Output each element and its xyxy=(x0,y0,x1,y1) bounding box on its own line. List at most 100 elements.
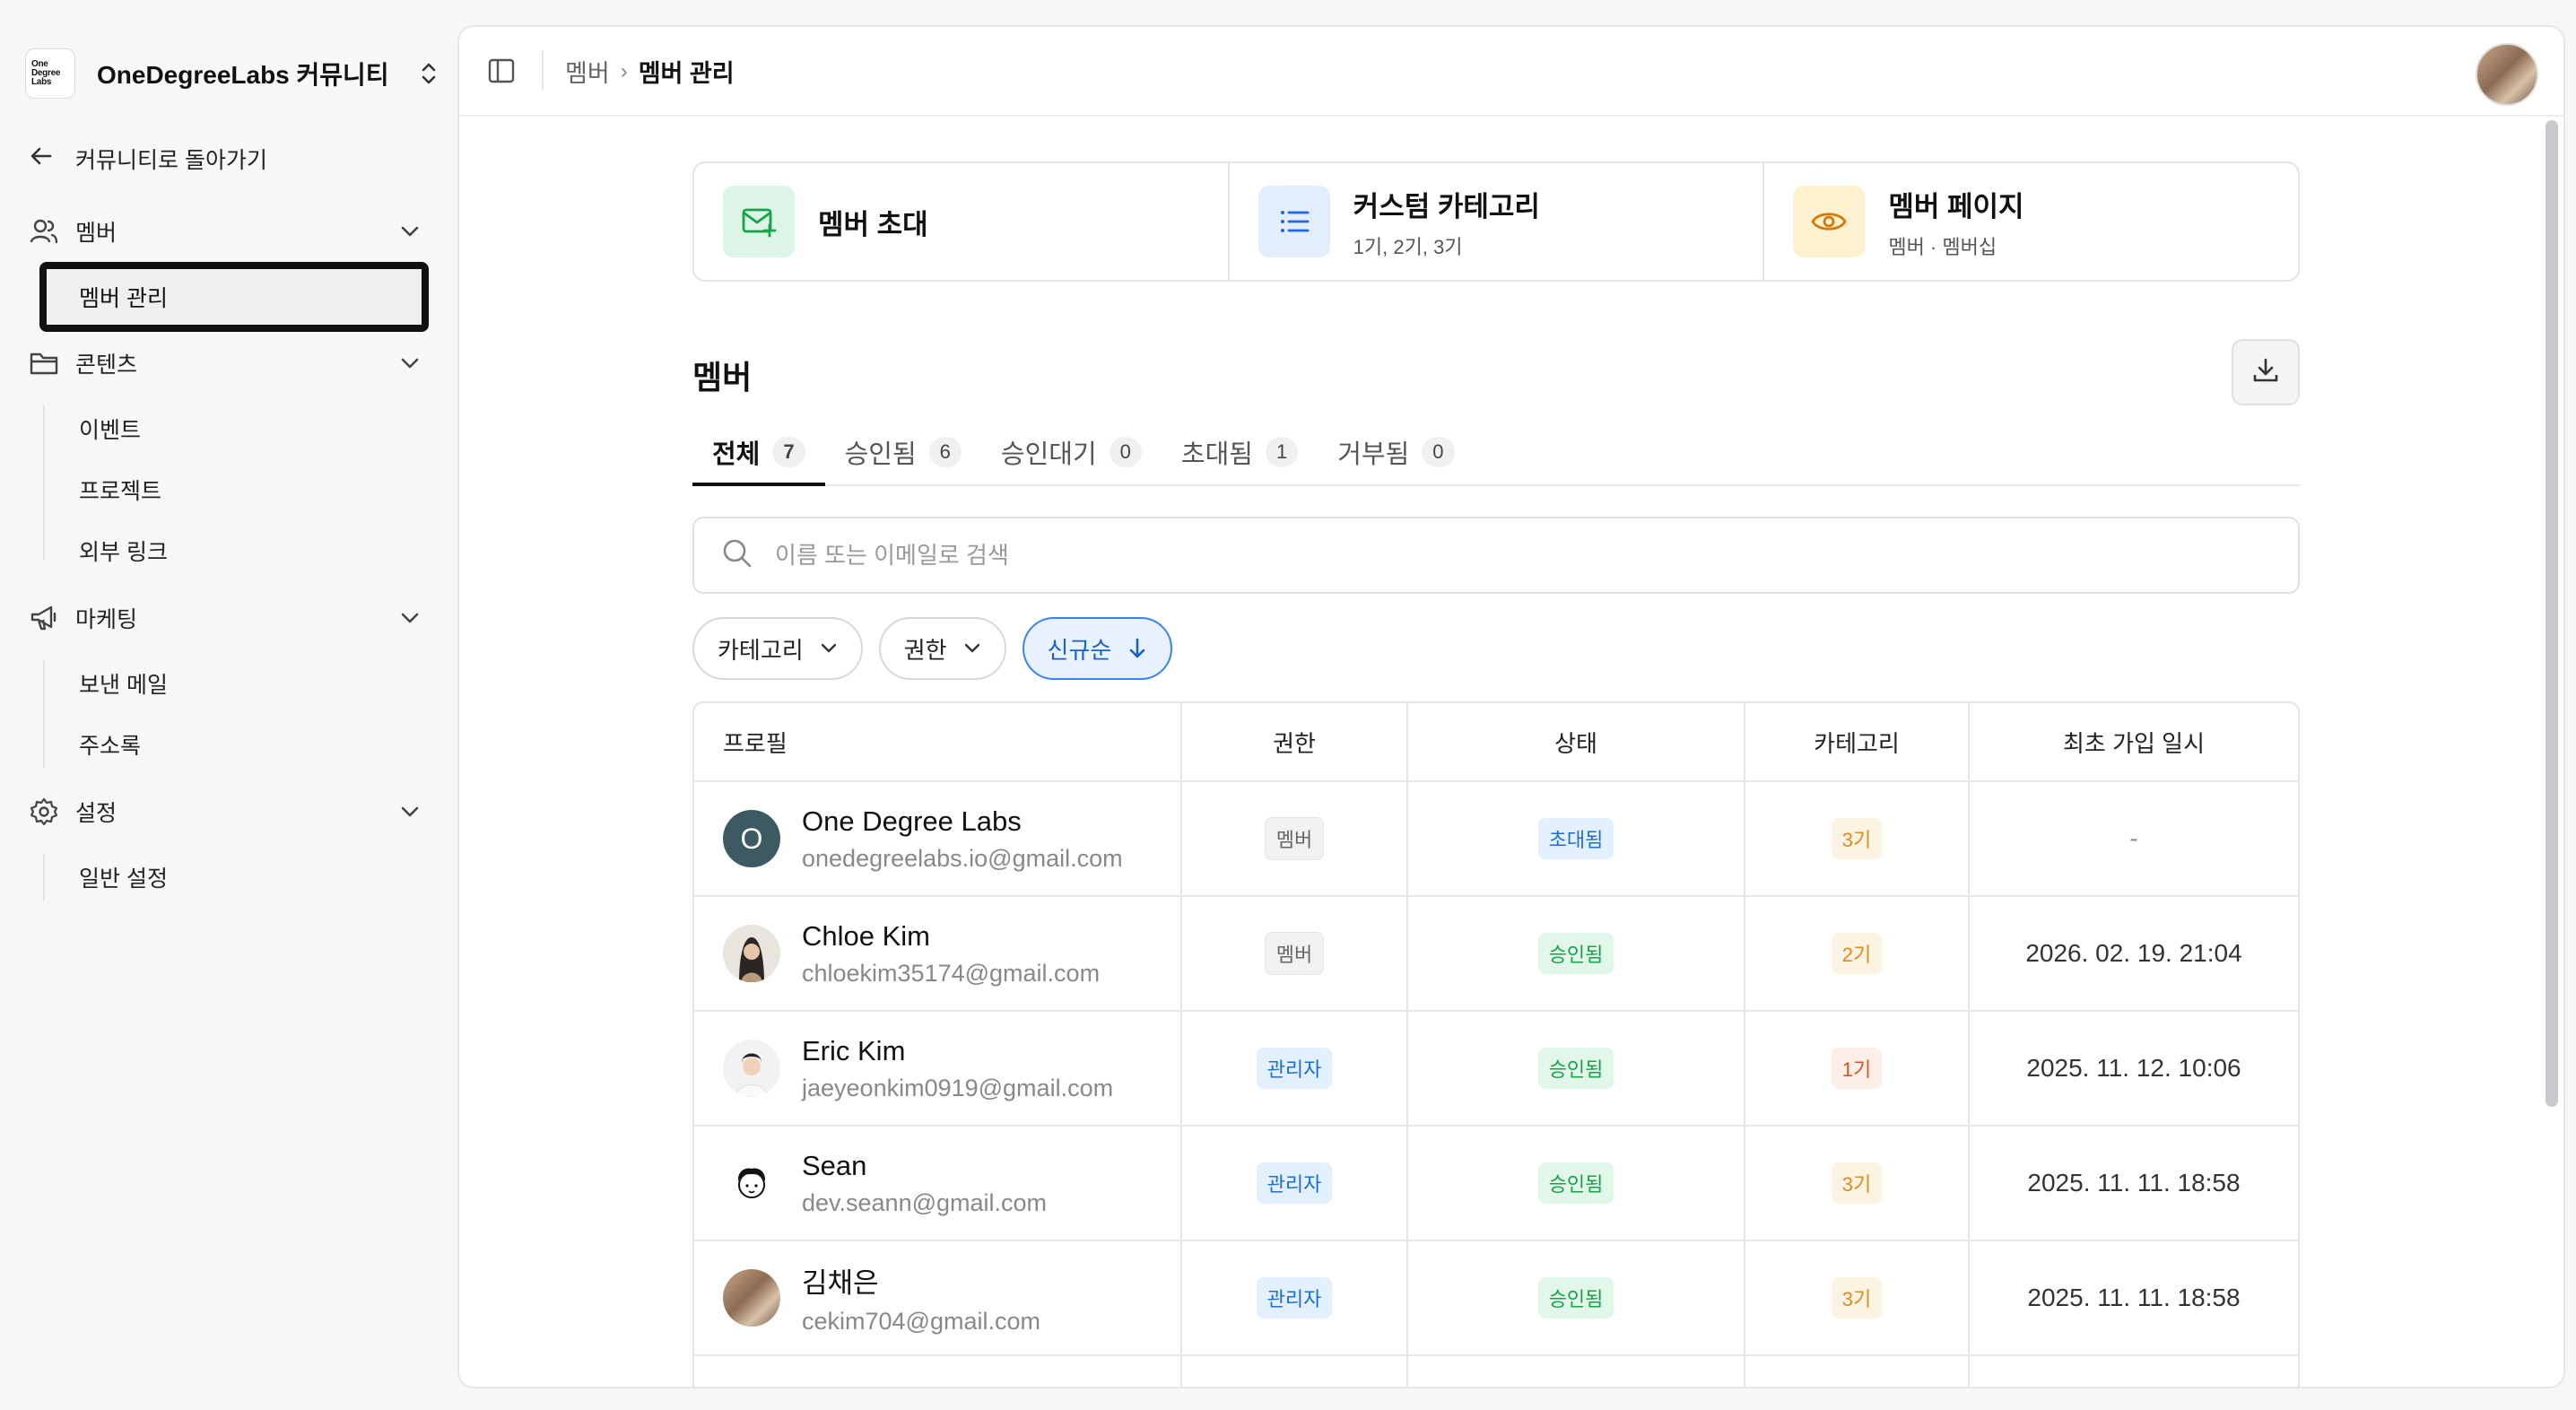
chevron-down-icon[interactable] xyxy=(396,357,423,370)
list-icon xyxy=(1258,186,1330,257)
card-member-page[interactable]: 멤버 페이지 멤버 · 멤버십 xyxy=(1764,163,2298,280)
breadcrumb: 멤버 › 멤버 관리 xyxy=(565,54,735,89)
nav-section-label: 콘텐츠 xyxy=(75,352,138,378)
top-bar: 멤버 › 멤버 관리 xyxy=(459,27,2563,117)
sidebar-item-address-book[interactable]: 주소록 xyxy=(79,727,141,762)
chevron-down-icon xyxy=(963,643,981,654)
chevron-right-icon: › xyxy=(620,58,628,83)
category-badge: 2기 xyxy=(1831,933,1883,974)
member-management-content: 멤버 초대 커스텀 카테고리 1기, 2기, 3기 멤버 페이지 멤버 · 멤버… xyxy=(692,161,2300,1387)
sidebar-item-general-settings[interactable]: 일반 설정 xyxy=(79,859,168,895)
role-cell: 관리자 xyxy=(1182,1241,1408,1354)
nav-section-members[interactable]: 멤버 xyxy=(29,212,423,251)
role-cell: 멤버 xyxy=(1182,897,1408,1010)
table-row[interactable]: Sean dev.seann@gmail.com 관리자 승인됨 3기 2025… xyxy=(694,1127,2298,1241)
status-badge: 승인됨 xyxy=(1537,1048,1614,1089)
category-badge: 3기 xyxy=(1831,1277,1883,1319)
joined-cell: - xyxy=(1970,782,2298,895)
sidebar-item-events[interactable]: 이벤트 xyxy=(79,411,141,447)
filter-label: 권한 xyxy=(903,636,947,664)
role-badge: 멤버 xyxy=(1264,817,1325,860)
filter-label: 카테고리 xyxy=(718,636,804,664)
tab-count: 6 xyxy=(928,437,962,467)
tab-invited[interactable]: 초대됨 1 xyxy=(1162,420,1318,484)
category-cell: 3기 xyxy=(1745,1127,1970,1240)
nav-section-label: 멤버 xyxy=(75,221,117,246)
scrollbar[interactable] xyxy=(2546,120,2558,1107)
status-cell: 승인됨 xyxy=(1408,897,1745,1010)
nav-section-content[interactable]: 콘텐츠 xyxy=(29,344,423,383)
back-label: 커뮤니티로 돌아가기 xyxy=(75,148,267,173)
table-row[interactable]: O One Degree Labs onedegreelabs.io@gmail… xyxy=(694,782,2298,897)
sidebar-item-member-management[interactable]: 멤버 관리 xyxy=(39,262,429,332)
column-header-status: 상태 xyxy=(1408,703,1745,780)
avatar: O xyxy=(723,810,780,867)
table-row[interactable] xyxy=(694,1356,2298,1387)
profile-cell xyxy=(694,1356,1182,1387)
card-title: 멤버 페이지 xyxy=(1888,190,2024,222)
members-table: 프로필 권한 상태 카테고리 최초 가입 일시 O One Degree Lab… xyxy=(692,701,2300,1387)
back-to-community-link[interactable]: 커뮤니티로 돌아가기 xyxy=(29,141,267,177)
sidebar-toggle-icon[interactable] xyxy=(486,56,518,88)
category-badge: 1기 xyxy=(1831,1048,1883,1089)
chevron-down-icon[interactable] xyxy=(396,225,423,238)
members-header: 멤버 xyxy=(692,339,2300,405)
category-filter-button[interactable]: 카테고리 xyxy=(692,617,863,680)
member-name: One Degree Labs xyxy=(802,805,1022,837)
role-filter-button[interactable]: 권한 xyxy=(878,617,1006,680)
tab-all[interactable]: 전체 7 xyxy=(692,420,825,486)
breadcrumb-parent[interactable]: 멤버 xyxy=(565,54,610,89)
joined-cell xyxy=(1970,1356,2298,1387)
nav-section-marketing[interactable]: 마케팅 xyxy=(29,598,423,638)
status-badge: 승인됨 xyxy=(1537,1277,1614,1319)
download-button[interactable] xyxy=(2232,339,2300,405)
profile-cell: O One Degree Labs onedegreelabs.io@gmail… xyxy=(694,782,1182,895)
filter-bar: 카테고리 권한 신규순 xyxy=(692,617,2300,680)
nav-section-label: 설정 xyxy=(75,801,117,826)
status-cell: 승인됨 xyxy=(1408,1127,1745,1240)
tab-label: 승인대기 xyxy=(1000,440,1097,469)
status-cell: 승인됨 xyxy=(1408,1012,1745,1125)
tab-pending[interactable]: 승인대기 0 xyxy=(981,420,1162,484)
user-avatar[interactable] xyxy=(2476,43,2538,106)
search-input[interactable] xyxy=(773,540,2298,570)
tab-approved[interactable]: 승인됨 6 xyxy=(825,420,981,484)
joined-cell: 2025. 11. 11. 18:58 xyxy=(1970,1127,2298,1240)
chevron-up-down-icon[interactable] xyxy=(415,56,442,91)
category-badge: 3기 xyxy=(1831,818,1883,859)
table-row[interactable]: 김채은 cekim704@gmail.com 관리자 승인됨 3기 2025. … xyxy=(694,1241,2298,1356)
nav-section-settings[interactable]: 설정 xyxy=(29,792,423,831)
sidebar: One Degree Labs OneDegreeLabs 커뮤니티 커뮤니티로… xyxy=(0,0,457,1410)
sort-label: 신규순 xyxy=(1047,636,1112,664)
member-status-tabs: 전체 7 승인됨 6 승인대기 0 초대됨 1 거부됨 0 xyxy=(692,420,2300,486)
sort-newest-button[interactable]: 신규순 xyxy=(1022,617,1173,680)
nav-section-label: 마케팅 xyxy=(75,607,138,632)
card-custom-category[interactable]: 커스텀 카테고리 1기, 2기, 3기 xyxy=(1230,163,1765,280)
table-row[interactable]: Eric Kim jaeyeonkim0919@gmail.com 관리자 승인… xyxy=(694,1012,2298,1127)
role-badge: 관리자 xyxy=(1256,1048,1333,1089)
status-badge: 승인됨 xyxy=(1537,1162,1614,1204)
sidebar-item-label: 멤버 관리 xyxy=(79,286,168,311)
profile-cell: Sean dev.seann@gmail.com xyxy=(694,1127,1182,1240)
role-cell: 관리자 xyxy=(1182,1012,1408,1125)
sidebar-item-sent-mail[interactable]: 보낸 메일 xyxy=(79,666,168,701)
workspace-switcher[interactable]: One Degree Labs OneDegreeLabs 커뮤니티 xyxy=(25,47,442,100)
joined-date: 2026. 02. 19. 21:04 xyxy=(2025,939,2242,967)
joined-cell: 2025. 11. 11. 18:58 xyxy=(1970,1241,2298,1354)
column-header-role: 권한 xyxy=(1182,703,1408,780)
member-email: jaeyeonkim0919@gmail.com xyxy=(802,1074,1114,1101)
card-invite-members[interactable]: 멤버 초대 xyxy=(694,163,1230,280)
profile-cell: Eric Kim jaeyeonkim0919@gmail.com xyxy=(694,1012,1182,1125)
tab-rejected[interactable]: 거부됨 0 xyxy=(1318,420,1474,484)
chevron-down-icon[interactable] xyxy=(396,612,423,624)
joined-date: 2025. 11. 12. 10:06 xyxy=(2026,1054,2241,1082)
member-name: Eric Kim xyxy=(802,1034,906,1066)
table-row[interactable]: Chloe Kim chloekim35174@gmail.com 멤버 승인됨… xyxy=(694,897,2298,1012)
category-cell xyxy=(1745,1356,1970,1387)
sidebar-item-projects[interactable]: 프로젝트 xyxy=(79,472,161,508)
card-subtitle: 1기, 2기, 3기 xyxy=(1353,235,1463,258)
chevron-down-icon[interactable] xyxy=(396,805,423,818)
arrow-left-icon xyxy=(29,144,56,175)
profile-cell: Chloe Kim chloekim35174@gmail.com xyxy=(694,897,1182,1010)
sidebar-item-external-links[interactable]: 외부 링크 xyxy=(79,533,168,569)
